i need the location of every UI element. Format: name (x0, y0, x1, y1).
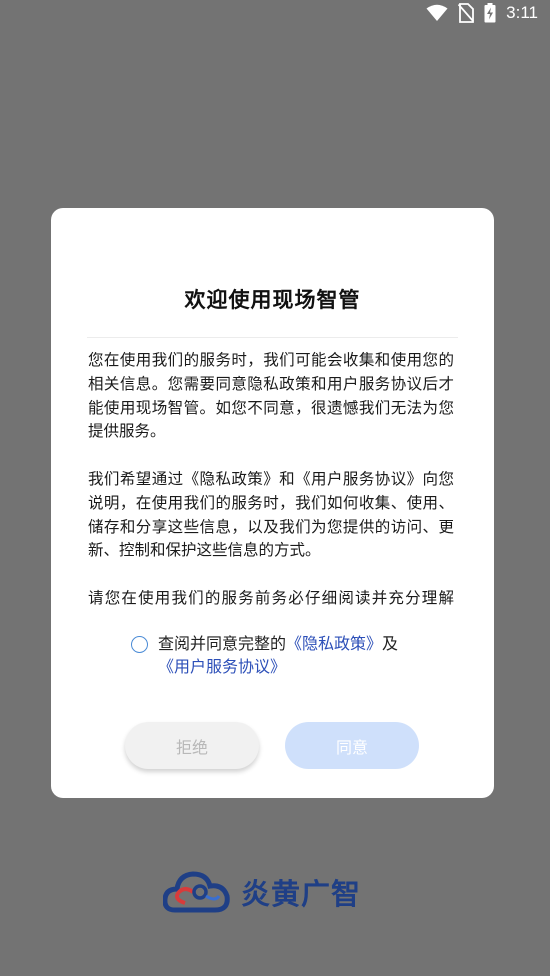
brand-name: 炎黄广智 (241, 877, 362, 911)
consent-joiner: 及 (382, 634, 399, 653)
agree-button[interactable]: 同意 (285, 722, 419, 769)
terms-paragraph: 我们希望通过《隐私政策》和《用户服务协议》向您说明，在使用我们的服务时，我们如何… (88, 469, 454, 560)
terms-paragraph: 请您在使用我们的服务前务必仔细阅读并充分理解《隐私政策》和《用户服务协议》，如您… (88, 588, 454, 607)
privacy-policy-link[interactable]: 《隐私政策》 (286, 634, 382, 653)
brand-logo: 炎黄广智 (162, 866, 362, 918)
wifi-icon (426, 4, 448, 22)
reject-button[interactable]: 拒绝 (125, 722, 259, 769)
no-sim-icon (458, 3, 475, 23)
consent-row: 查阅并同意完整的《隐私政策》及 《用户服务协议》 (131, 632, 431, 678)
consent-radio[interactable] (131, 636, 148, 653)
cloud-logo-icon (162, 866, 233, 918)
battery-charging-icon (484, 3, 496, 23)
user-agreement-link[interactable]: 《用户服务协议》 (158, 657, 286, 676)
privacy-consent-dialog: 欢迎使用现场智管 您在使用我们的服务时，我们可能会收集和使用您的相关信息。您需要… (51, 208, 494, 798)
clock: 3:11 (506, 3, 538, 22)
dialog-title: 欢迎使用现场智管 (184, 288, 361, 312)
terms-scroll-area[interactable]: 您在使用我们的服务时，我们可能会收集和使用您的相关信息。您需要同意隐私政策和用户… (88, 349, 454, 609)
status-bar: 3:11 (0, 0, 550, 26)
title-divider (87, 337, 458, 338)
consent-prefix: 查阅并同意完整的 (158, 634, 287, 653)
terms-paragraph: 您在使用我们的服务时，我们可能会收集和使用您的相关信息。您需要同意隐私政策和用户… (88, 351, 454, 441)
consent-text: 查阅并同意完整的《隐私政策》及 《用户服务协议》 (131, 632, 431, 678)
